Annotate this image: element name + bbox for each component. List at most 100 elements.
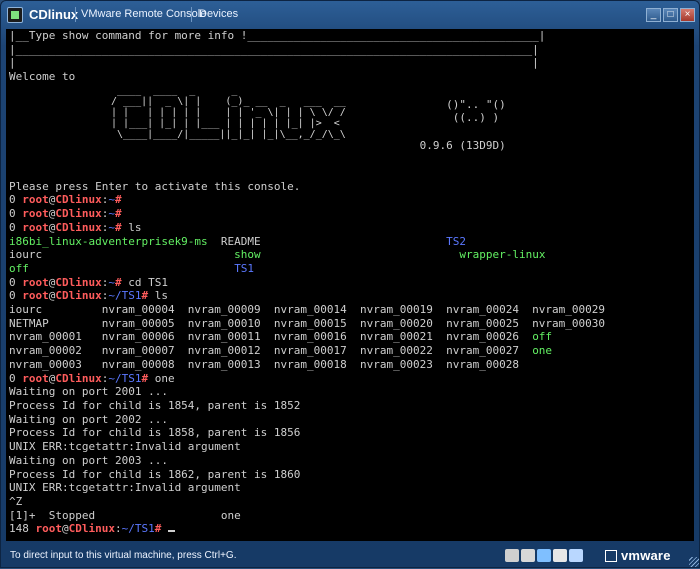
console-app-icon	[7, 7, 23, 23]
terminal-line: 0 root@CDlinux:~#	[9, 207, 605, 221]
close-button[interactable]: ×	[680, 8, 695, 22]
terminal-text: 0	[9, 193, 23, 207]
terminal-line	[9, 152, 605, 166]
terminal-line: 148 root@CDlinux:~/TS1#	[9, 522, 605, 536]
terminal-text: #	[114, 193, 129, 207]
terminal-line: ^Z	[9, 495, 605, 509]
terminal-line: 0 root@CDlinux:~/TS1# one	[9, 372, 605, 386]
network-device-icon[interactable]	[505, 549, 519, 562]
floppy-icon[interactable]	[553, 549, 567, 562]
menu-devices[interactable]: Devices	[199, 8, 238, 20]
terminal-text: CDlinux	[55, 220, 102, 234]
terminal-text: ~	[108, 207, 115, 221]
cd-drive-icon[interactable]	[521, 549, 535, 562]
terminal-line: 0 root@CDlinux:~#	[9, 193, 605, 207]
terminal-text: root	[22, 207, 49, 221]
cdlinux-ascii-logo: ____ ____ _ _ / ___|| _ \| | (_)_ __ _ _…	[111, 85, 346, 140]
terminal-line: iourc nvram_00004 nvram_00009 nvram_0001…	[9, 303, 605, 317]
terminal-line: nvram_00001 nvram_00006 nvram_00011 nvra…	[9, 330, 605, 344]
terminal-line: i86bi_linux-adventerprisek9-ms README TS…	[9, 235, 605, 249]
terminal-line: 0.9.6 (13D9D)	[9, 139, 605, 153]
terminal-text: CDlinux	[55, 275, 102, 289]
terminal-text: Process Id for child is 1862, parent is …	[9, 467, 301, 481]
terminal-line: 0 root@CDlinux:~/TS1# ls	[9, 289, 605, 303]
terminal-text: one	[154, 371, 175, 385]
terminal-line: Waiting on port 2003 ...	[9, 454, 605, 468]
terminal-text: README	[207, 234, 447, 248]
terminal-text: root	[22, 275, 49, 289]
terminal-line: Process Id for child is 1854, parent is …	[9, 399, 605, 413]
vmware-brand: vmware	[621, 548, 671, 563]
terminal-text: UNIX ERR:tcgetattr:Invalid argument	[9, 440, 241, 454]
terminal-text: NETMAP nvram_00005 nvram_00010 nvram_000…	[9, 316, 606, 330]
vm-console-screen[interactable]: |__Type show command for more info !____…	[6, 29, 694, 541]
terminal-text: #	[141, 371, 155, 385]
resize-grip[interactable]	[689, 557, 699, 567]
terminal-text: |_______________________________________…	[9, 42, 539, 56]
terminal-line: | |	[9, 56, 605, 70]
terminal-line: |_______________________________________…	[9, 43, 605, 57]
window-title: CDlinux	[29, 7, 79, 22]
terminal-line: Process Id for child is 1862, parent is …	[9, 468, 605, 482]
terminal-text: #	[141, 289, 155, 303]
terminal-line: Waiting on port 2001 ...	[9, 385, 605, 399]
title-bar[interactable]: CDlinux VMware Remote Console Devices _ …	[1, 1, 700, 29]
terminal-cursor	[167, 530, 175, 533]
terminal-text: nvram_00002 nvram_00007 nvram_00012 nvra…	[9, 344, 533, 358]
terminal-text: Welcome to	[9, 70, 76, 84]
minimize-button[interactable]: _	[646, 8, 661, 22]
terminal-text: cd TS1	[128, 275, 168, 289]
usb-device-icon[interactable]	[537, 549, 551, 562]
terminal-line: 0 root@CDlinux:~# cd TS1	[9, 276, 605, 290]
terminal-text: 0	[9, 275, 23, 289]
terminal-text: iourc nvram_00004 nvram_00009 nvram_0001…	[9, 303, 606, 317]
terminal-text: ~/TS1	[108, 289, 142, 303]
terminal-text: @	[62, 522, 69, 536]
terminal-text: iourc	[9, 248, 235, 262]
terminal-text: ~	[108, 275, 115, 289]
terminal-text: [1]+ Stopped one	[9, 508, 241, 522]
terminal-text: root	[35, 522, 63, 536]
terminal-text: ls	[128, 220, 142, 234]
terminal-text: 0	[9, 371, 23, 385]
terminal-text: Waiting on port 2003 ...	[9, 453, 168, 467]
terminal-line: nvram_00002 nvram_00007 nvram_00012 nvra…	[9, 344, 605, 358]
terminal-text: one	[532, 344, 553, 358]
terminal-line: Welcome to	[9, 70, 605, 84]
terminal-text: show	[234, 248, 261, 262]
terminal-text: ^Z	[9, 494, 23, 508]
maximize-button[interactable]: □	[663, 8, 678, 22]
terminal-text: UNIX ERR:tcgetattr:Invalid argument	[9, 481, 241, 495]
terminal-text: nvram_00001 nvram_00006 nvram_00011 nvra…	[9, 330, 533, 344]
terminal-line: UNIX ERR:tcgetattr:Invalid argument	[9, 440, 605, 454]
terminal-text: 0	[9, 289, 23, 303]
terminal-line: Waiting on port 2002 ...	[9, 413, 605, 427]
terminal-text: Waiting on port 2001 ...	[9, 385, 168, 399]
terminal-text: Process Id for child is 1858, parent is …	[9, 426, 301, 440]
terminal-line: iourc show wrapper-linux	[9, 248, 605, 262]
display-icon[interactable]	[569, 549, 583, 562]
terminal-text: CDlinux	[55, 289, 102, 303]
menu-separator	[75, 7, 76, 22]
menu-vmware-remote-console[interactable]: VMware Remote Console	[81, 8, 206, 20]
terminal-text: 148	[9, 522, 36, 536]
terminal-text: root	[22, 371, 49, 385]
menu-separator	[191, 7, 192, 22]
terminal-text: root	[22, 220, 49, 234]
terminal-text: TS1	[234, 261, 255, 275]
terminal-text: TS2	[446, 234, 466, 248]
terminal-text: 0	[9, 207, 23, 221]
terminal-text: ls	[154, 289, 168, 303]
terminal-text: Process Id for child is 1854, parent is …	[9, 398, 301, 412]
status-hint: To direct input to this virtual machine,…	[10, 550, 237, 561]
terminal-line: Please press Enter to activate this cons…	[9, 180, 605, 194]
terminal-line: [1]+ Stopped one	[9, 509, 605, 523]
vmware-logo-icon	[605, 550, 617, 562]
terminal-text: off	[532, 330, 553, 344]
